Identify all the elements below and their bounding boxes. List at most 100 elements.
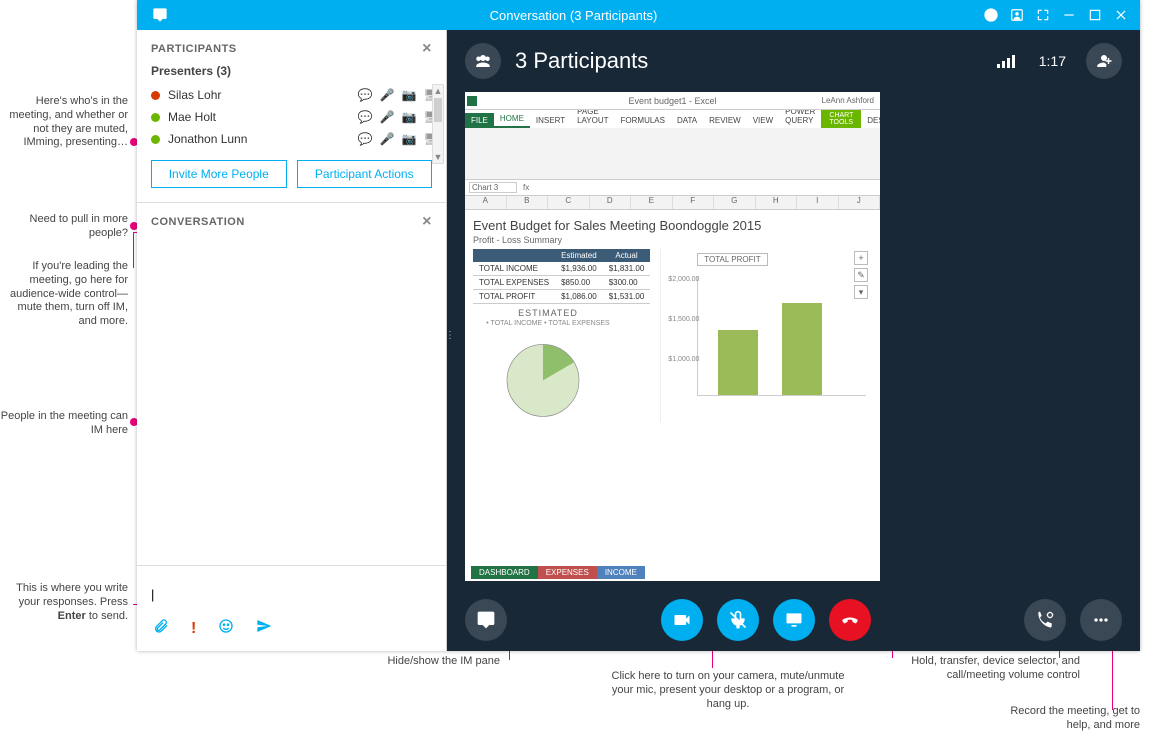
contacts-titlebar-icon[interactable]	[1006, 4, 1028, 26]
shared-content: Event budget1 - Excel LeAnn Ashford FILE…	[465, 92, 880, 581]
ribbon-tab[interactable]: INSERT	[530, 113, 571, 128]
conversation-area: !	[137, 235, 446, 651]
mic-muted-icon: 🎤	[380, 132, 394, 146]
profit-bar-chart: + ✎ ▾ TOTAL PROFIT $2,000.00 $1,500.00 $…	[660, 249, 872, 422]
annotation-more: Record the meeting, get to help, and mor…	[990, 705, 1140, 733]
summary-table: Estimated Actual TOTAL INCOME$1,936.00$1…	[473, 249, 650, 304]
excel-ribbon-tabs: FILE HOME INSERT PAGE LAYOUT FORMULAS DA…	[465, 110, 880, 128]
mic-muted-icon: 🎤	[380, 88, 394, 102]
annotation-center: Click here to turn on your camera, mute/…	[608, 670, 848, 711]
video-status-icon: 📷	[402, 88, 416, 102]
ribbon-tab[interactable]: VIEW	[747, 113, 779, 128]
sheet-tab[interactable]: DASHBOARD	[471, 566, 538, 579]
maximize-icon[interactable]	[1084, 4, 1106, 26]
close-conversation-icon[interactable]: ×	[422, 213, 432, 231]
compose-box: !	[137, 565, 446, 651]
excel-user: LeAnn Ashford	[822, 96, 874, 105]
bar-estimated	[718, 330, 758, 395]
signal-icon	[997, 54, 1015, 68]
add-participant-button[interactable]	[1086, 43, 1122, 79]
conversation-history[interactable]	[137, 235, 446, 565]
call-controls-button[interactable]	[1024, 599, 1066, 641]
estimated-pie-chart: ESTIMATED • TOTAL INCOME • TOTAL EXPENSE…	[473, 308, 623, 422]
message-input[interactable]	[149, 574, 434, 614]
participant-actions-button[interactable]: Participant Actions	[297, 160, 433, 188]
emoji-icon[interactable]	[218, 618, 234, 639]
participant-row[interactable]: Mae Holt 💬 🎤 📷 🖥	[151, 106, 438, 128]
participants-list: Silas Lohr 💬 🎤 📷 🖥 Mae Holt 💬	[137, 84, 446, 150]
im-status-icon: 💬	[358, 110, 372, 124]
annotation-compose: This is where you write your responses. …	[0, 582, 128, 623]
excel-doc-title: Event budget1 - Excel	[628, 96, 716, 106]
fullscreen-icon[interactable]	[1032, 4, 1054, 26]
skype-logo-icon	[149, 4, 171, 26]
bar-actual	[782, 303, 822, 395]
ribbon-tab[interactable]: REVIEW	[703, 113, 747, 128]
annotation-hide-im: Hide/show the IM pane	[330, 655, 500, 669]
skype-window: Conversation (3 Participants)	[137, 0, 1140, 651]
hangup-button[interactable]	[829, 599, 871, 641]
present-button[interactable]	[773, 599, 815, 641]
ribbon-tab[interactable]: DATA	[671, 113, 703, 128]
im-status-icon: 💬	[358, 88, 372, 102]
excel-namebox[interactable]: Chart 3	[469, 182, 517, 193]
excel-logo-icon	[467, 96, 477, 106]
video-status-icon: 📷	[402, 132, 416, 146]
splitter-handle[interactable]: ⋮	[445, 330, 457, 341]
video-status-icon: 📷	[402, 110, 416, 124]
annotation-roster: Here's who's in the meeting, and whether…	[0, 95, 128, 150]
participant-name: Jonathon Lunn	[168, 132, 247, 146]
close-participants-icon[interactable]: ×	[422, 40, 432, 58]
more-options-button[interactable]	[1080, 599, 1122, 641]
participants-count-title: 3 Participants	[515, 48, 648, 74]
presence-icon	[151, 113, 160, 122]
call-control-bar	[447, 589, 1140, 651]
sheet-tab[interactable]: EXPENSES	[538, 566, 597, 579]
excel-ribbon	[465, 128, 880, 180]
mic-muted-icon: 🎤	[380, 110, 394, 124]
excel-sheet-tabs: DASHBOARD EXPENSES INCOME	[465, 563, 645, 581]
roster-toggle-button[interactable]	[465, 43, 501, 79]
titlebar: Conversation (3 Participants)	[137, 0, 1140, 30]
conversation-header: CONVERSATION	[151, 216, 245, 228]
ribbon-tab[interactable]: FILE	[465, 113, 494, 128]
mute-button[interactable]	[717, 599, 759, 641]
sheet-subtitle: Profit - Loss Summary	[473, 235, 872, 245]
presence-icon	[151, 91, 160, 100]
presenters-subheader: Presenters (3)	[151, 64, 231, 78]
call-timer: 1:17	[1039, 53, 1066, 69]
annotation-hold: Hold, transfer, device selector, and cal…	[910, 655, 1080, 683]
ribbon-tab[interactable]: HOME	[494, 111, 530, 128]
importance-icon[interactable]: !	[191, 620, 196, 638]
ribbon-tab[interactable]: FORMULAS	[615, 113, 671, 128]
participant-row[interactable]: Jonathon Lunn 💬 🎤 📷 🖥	[151, 128, 438, 150]
invite-more-button[interactable]: Invite More People	[151, 160, 287, 188]
minimize-icon[interactable]	[1058, 4, 1080, 26]
annotation-im: People in the meeting can IM here	[0, 410, 128, 438]
annotation-invite: Need to pull in more people?	[0, 213, 128, 241]
attach-icon[interactable]	[153, 618, 169, 639]
im-status-icon: 💬	[358, 132, 372, 146]
fx-icon: fx	[523, 183, 529, 192]
emoji-titlebar-icon[interactable]	[980, 4, 1002, 26]
toggle-im-button[interactable]	[465, 599, 507, 641]
video-button[interactable]	[661, 599, 703, 641]
participants-scrollbar[interactable]: ▲▼	[432, 84, 444, 164]
participants-header: PARTICIPANTS	[151, 43, 237, 55]
sheet-tab[interactable]: INCOME	[597, 566, 645, 579]
ribbon-tab[interactable]: DESIGN	[861, 113, 880, 128]
presence-icon	[151, 135, 160, 144]
send-icon[interactable]	[256, 618, 272, 639]
meeting-stage: 3 Participants 1:17 Event budget1 - Exce…	[447, 30, 1140, 651]
sheet-title: Event Budget for Sales Meeting Boondoggl…	[473, 218, 872, 233]
window-title: Conversation (3 Participants)	[171, 8, 976, 23]
annotation-actions: If you're leading the meeting, go here f…	[0, 260, 128, 329]
excel-titlebar: Event budget1 - Excel LeAnn Ashford	[465, 92, 880, 110]
close-window-icon[interactable]	[1110, 4, 1132, 26]
left-column: PARTICIPANTS × Presenters (3) Silas Lohr…	[137, 30, 447, 651]
participant-name: Mae Holt	[168, 110, 216, 124]
ribbon-context-group: CHART TOOLS	[821, 110, 861, 128]
chart-add-element-icon[interactable]: +	[854, 251, 868, 265]
excel-column-headers: ABCDEFGHIJ	[465, 196, 880, 210]
participant-row[interactable]: Silas Lohr 💬 🎤 📷 🖥	[151, 84, 438, 106]
